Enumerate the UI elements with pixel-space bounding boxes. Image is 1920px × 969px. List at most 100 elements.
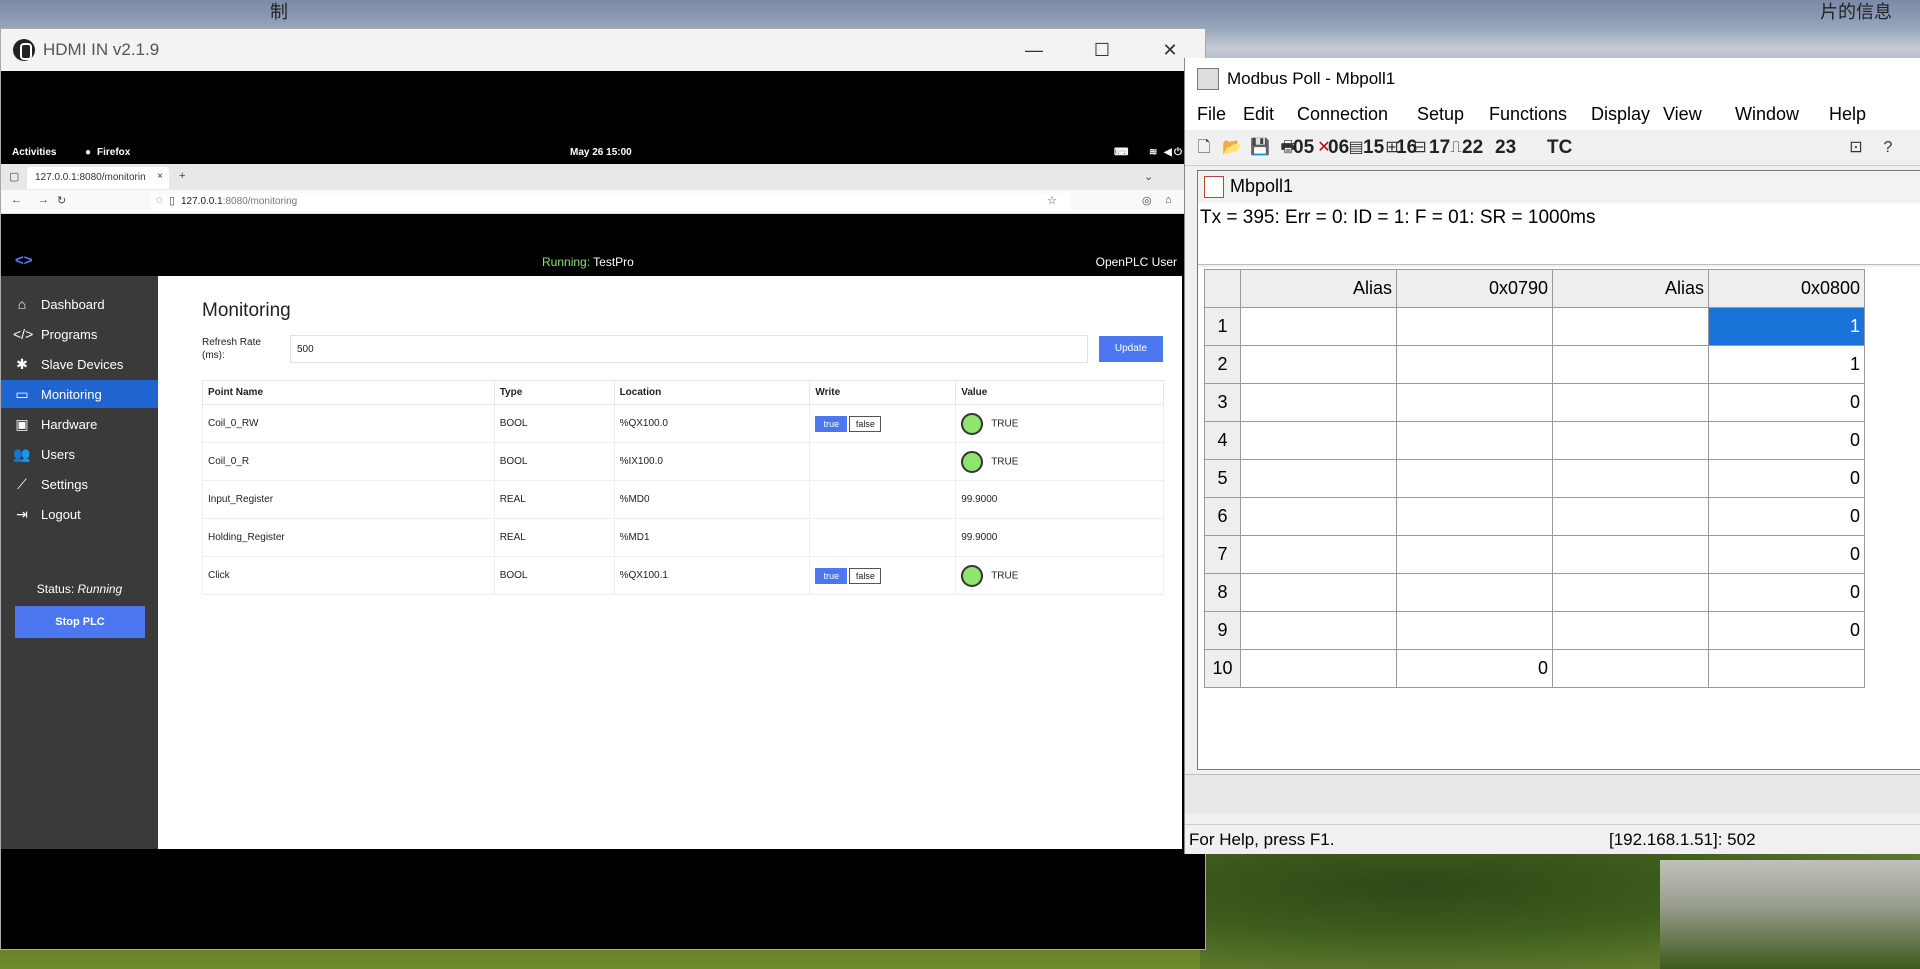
sidebar-item-hardware[interactable]: ▣ Hardware xyxy=(1,410,158,438)
grid-cell[interactable] xyxy=(1240,459,1397,498)
grid-cell[interactable] xyxy=(1552,611,1709,650)
grid-cell[interactable] xyxy=(1552,649,1709,688)
grid-cell[interactable] xyxy=(1552,345,1709,384)
grid-cell[interactable] xyxy=(1396,307,1553,346)
tab-close-icon[interactable]: × xyxy=(157,171,163,182)
grid-cell[interactable] xyxy=(1552,307,1709,346)
grid-cell[interactable] xyxy=(1552,573,1709,612)
pocket-icon[interactable]: ◎ xyxy=(1142,194,1152,207)
bookmark-star-icon[interactable]: ☆ xyxy=(1047,194,1057,207)
grid-cell[interactable] xyxy=(1240,421,1397,460)
tab-list-icon[interactable]: ▢ xyxy=(9,170,19,183)
grid-cell[interactable] xyxy=(1240,649,1397,688)
forward-arrow-icon[interactable]: → xyxy=(38,194,49,206)
grid-cell[interactable] xyxy=(1396,383,1553,422)
grid-cell[interactable] xyxy=(1396,497,1553,536)
help-icon[interactable]: ? xyxy=(1875,135,1901,161)
back-arrow-icon[interactable]: ← xyxy=(11,194,22,206)
grid-cell[interactable] xyxy=(1396,421,1553,460)
function-code-tc-button[interactable]: TC xyxy=(1547,137,1572,159)
grid-cell[interactable]: 0 xyxy=(1708,497,1865,536)
grid-cell[interactable] xyxy=(1240,497,1397,536)
new-file-icon[interactable]: 🗋 xyxy=(1191,135,1217,161)
grid-cell[interactable] xyxy=(1240,383,1397,422)
sidebar-item-logout[interactable]: ⇥ Logout xyxy=(1,500,158,528)
shield-icon[interactable]: ◌ xyxy=(156,194,163,206)
write-false-button[interactable]: false xyxy=(849,567,882,584)
stop-plc-button[interactable]: Stop PLC xyxy=(15,606,145,638)
grid-cell[interactable] xyxy=(1396,611,1553,650)
current-user[interactable]: OpenPLC User xyxy=(1096,255,1177,269)
function-code-23-button[interactable]: 23 xyxy=(1495,137,1516,159)
grid-cell[interactable]: 0 xyxy=(1708,383,1865,422)
grid-cell[interactable] xyxy=(1240,535,1397,574)
mbpoll1-titlebar[interactable]: Mbpoll1 xyxy=(1198,171,1920,203)
grid-cell[interactable] xyxy=(1396,345,1553,384)
function-code-16-button[interactable]: 16 xyxy=(1396,137,1417,159)
open-folder-icon[interactable]: 📂 xyxy=(1219,135,1245,161)
grid-cell[interactable]: 0 xyxy=(1396,649,1553,688)
sidebar-item-users[interactable]: 👥 Users xyxy=(1,440,158,468)
url-bar[interactable]: 127.0.0.1:8080/monitoring xyxy=(151,193,1071,211)
menu-functions[interactable]: Functions xyxy=(1489,104,1567,125)
menu-window[interactable]: Window xyxy=(1735,104,1799,125)
modbus-titlebar[interactable]: Modbus Poll - Mbpoll1 xyxy=(1185,58,1920,100)
grid-cell[interactable] xyxy=(1240,307,1397,346)
sidebar-item-programs[interactable]: </> Programs xyxy=(1,320,158,348)
menu-view[interactable]: View xyxy=(1663,104,1702,125)
grid-cell[interactable]: 0 xyxy=(1708,535,1865,574)
grid-cell[interactable] xyxy=(1552,459,1709,498)
new-tab-button[interactable]: + xyxy=(179,170,185,182)
save-icon[interactable]: 💾 xyxy=(1247,135,1273,161)
function-code-17-button[interactable]: 17 xyxy=(1429,137,1450,159)
grid-cell[interactable]: 1 xyxy=(1708,345,1865,384)
grid-cell[interactable] xyxy=(1240,345,1397,384)
grid-column-header[interactable]: Alias xyxy=(1552,269,1709,308)
hdmi-titlebar[interactable]: HDMI IN v2.1.9 — ☐ ✕ xyxy=(1,29,1205,71)
function-code-06-button[interactable]: 06 xyxy=(1328,137,1349,159)
monitor-icon[interactable]: ⊡ xyxy=(1843,135,1869,161)
browser-tab[interactable]: 127.0.0.1:8080/monitorin × xyxy=(27,167,169,189)
update-button[interactable]: Update xyxy=(1099,336,1163,362)
write-true-button[interactable]: true xyxy=(815,567,848,584)
grid-cell[interactable] xyxy=(1552,383,1709,422)
sidebar-item-dashboard[interactable]: ⌂ Dashboard xyxy=(1,290,158,318)
grid-cell[interactable]: 0 xyxy=(1708,611,1865,650)
menu-file[interactable]: File xyxy=(1197,104,1226,125)
grid-column-header[interactable]: 0x0790 xyxy=(1396,269,1553,308)
write-false-button[interactable]: false xyxy=(849,415,882,432)
grid-cell[interactable] xyxy=(1240,573,1397,612)
wifi-icon[interactable]: ≋ xyxy=(1149,147,1157,158)
grid-cell[interactable]: 0 xyxy=(1708,573,1865,612)
grid-cell[interactable] xyxy=(1396,459,1553,498)
grid-cell[interactable] xyxy=(1396,573,1553,612)
menu-display[interactable]: Display xyxy=(1591,104,1650,125)
menu-setup[interactable]: Setup xyxy=(1417,104,1464,125)
write-true-button[interactable]: true xyxy=(815,415,848,432)
grid-cell[interactable] xyxy=(1552,497,1709,536)
topbar-app-name[interactable]: Firefox xyxy=(97,147,130,158)
function-code-15-button[interactable]: 15 xyxy=(1363,137,1384,159)
refresh-rate-input[interactable]: 500 xyxy=(290,335,1088,363)
grid-cell[interactable] xyxy=(1240,611,1397,650)
sidebar-item-monitoring[interactable]: ▭ Monitoring xyxy=(1,380,166,408)
grid-cell[interactable] xyxy=(1552,535,1709,574)
menu-edit[interactable]: Edit xyxy=(1243,104,1274,125)
openplc-logo-icon[interactable]: <> xyxy=(15,252,33,269)
function-code-05-button[interactable]: 05 xyxy=(1293,137,1314,159)
volume-icon[interactable]: ◀ xyxy=(1164,147,1172,158)
sidebar-item-slave-devices[interactable]: ✱ Slave Devices xyxy=(1,350,158,378)
tab-overflow-chevron-icon[interactable]: ⌄ xyxy=(1144,170,1153,183)
function-code-22-button[interactable]: 22 xyxy=(1462,137,1483,159)
minimize-button[interactable]: — xyxy=(1001,29,1067,71)
topbar-clock[interactable]: May 26 15:00 xyxy=(570,147,632,158)
power-icon[interactable]: ⏻ xyxy=(1174,147,1182,158)
grid-cell[interactable]: 0 xyxy=(1708,459,1865,498)
menu-connection[interactable]: Connection xyxy=(1297,104,1388,125)
reload-icon[interactable]: ↻ xyxy=(57,194,66,207)
sidebar-item-settings[interactable]: ⟋ Settings xyxy=(1,470,158,498)
grid-cell[interactable]: 0 xyxy=(1708,421,1865,460)
keyboard-icon[interactable]: ⌨ xyxy=(1114,147,1128,158)
grid-cell[interactable] xyxy=(1552,421,1709,460)
page-info-icon[interactable]: ▯ xyxy=(169,194,175,207)
